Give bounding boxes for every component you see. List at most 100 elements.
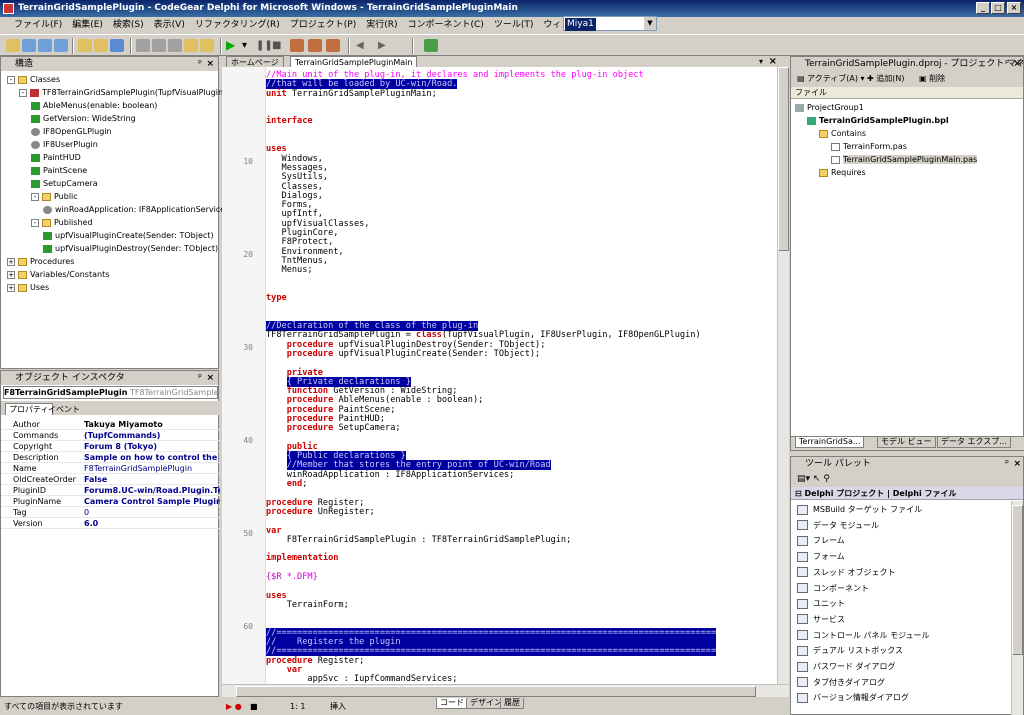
tree-node[interactable]: upfVisualPluginCreate(Sender: TObject) — [43, 229, 214, 242]
add-button[interactable]: ✚ 追加(N) — [867, 71, 904, 87]
object-selector[interactable]: F8TerrainGridSamplePlugin TF8TerrainGrid… — [3, 386, 218, 399]
palette-item[interactable]: スレッド オブジェクト — [797, 565, 896, 580]
chevron-down-icon[interactable]: ▼ — [644, 17, 656, 30]
property-row[interactable]: Copyright Forum 8 (Tokyo) — [1, 441, 220, 452]
collapse-icon[interactable]: - — [31, 192, 39, 201]
filter-icon[interactable]: ⚲ — [823, 474, 830, 484]
add-file-icon[interactable] — [184, 39, 198, 52]
tree-node[interactable]: - Classes — [7, 73, 60, 86]
tree-node[interactable]: winRoadApplication: IF8ApplicationServic… — [43, 203, 229, 216]
palette-item[interactable]: パスワード ダイアログ — [797, 659, 896, 674]
property-value[interactable]: False — [84, 474, 220, 485]
back-arrow-icon[interactable]: ◀ — [356, 39, 370, 52]
property-value[interactable]: (TupfCommands) — [84, 430, 220, 441]
folder-icon[interactable] — [94, 39, 108, 52]
collapse-icon[interactable]: - — [31, 218, 39, 227]
open-project-icon[interactable] — [78, 39, 92, 52]
collapse-icon[interactable]: - — [19, 88, 27, 97]
run-icon[interactable]: ▶ — [226, 39, 240, 52]
tab-data-explorer[interactable]: データ エクスプ... — [937, 437, 1011, 448]
activate-button[interactable]: ▤ アクティブ(A) ▾ — [797, 71, 865, 87]
close-icon[interactable]: × — [206, 57, 214, 71]
property-row[interactable]: Commands (TupfCommands) — [1, 430, 220, 441]
tree-node[interactable]: IF8UserPlugin — [31, 138, 98, 151]
close-icon[interactable]: × — [206, 371, 214, 385]
property-value[interactable]: Camera Control Sample Plugin — [84, 496, 220, 507]
tree-node[interactable]: + Variables/Constants — [7, 268, 109, 281]
stop-macro-icon[interactable]: ■ — [250, 698, 258, 715]
help-book-icon[interactable] — [424, 39, 438, 52]
tree-node[interactable]: IF8OpenGLPlugin — [31, 125, 112, 138]
project-node[interactable]: ProjectGroup1 — [795, 101, 864, 114]
menu-item[interactable]: 実行(R) — [361, 17, 402, 33]
property-value[interactable]: F8TerrainGridSamplePlugin — [84, 463, 220, 474]
minimize-button[interactable]: _ — [976, 2, 990, 14]
tab-project[interactable]: TerrainGridSa... — [795, 437, 865, 448]
expand-icon[interactable]: + — [7, 283, 15, 292]
project-node[interactable]: Contains — [819, 127, 866, 140]
property-value[interactable]: Forum8.UC-win/Road.Plugin.Terra — [84, 485, 220, 496]
tree-node[interactable]: + Procedures — [7, 255, 74, 268]
pin-icon[interactable]: ᵖ — [1005, 57, 1009, 71]
property-row[interactable]: Tag 0 — [1, 507, 220, 518]
close-tab-icon[interactable]: × — [769, 56, 777, 67]
remove-file-icon[interactable] — [200, 39, 214, 52]
menu-item[interactable]: 編集(E) — [67, 17, 108, 33]
dropdown-icon[interactable]: ▾ — [242, 39, 256, 52]
expand-icon[interactable]: + — [7, 257, 15, 266]
category-icon[interactable]: ▤▾ — [797, 474, 810, 484]
save-icon[interactable] — [38, 39, 52, 52]
menu-item[interactable]: ツール(T) — [489, 17, 539, 33]
tree-node[interactable]: + Uses — [7, 281, 49, 294]
delete-button[interactable]: ▣ 削除 — [919, 71, 945, 87]
collapse-icon[interactable]: - — [7, 75, 15, 84]
project-node[interactable]: Requires — [819, 166, 866, 179]
tab-list-icon[interactable]: ▾ — [759, 57, 763, 66]
view-form-icon[interactable] — [152, 39, 166, 52]
project-node[interactable]: TerrainForm.pas — [831, 140, 907, 153]
menu-item[interactable]: ファイル(F) — [0, 17, 67, 33]
property-value[interactable]: Sample on how to control the terr — [84, 452, 220, 463]
pin-icon[interactable]: ᵖ — [198, 57, 202, 71]
property-row[interactable]: Version 6.0 — [1, 518, 220, 529]
close-icon[interactable]: × — [1013, 457, 1021, 471]
palette-item[interactable]: デュアル リストボックス — [797, 643, 903, 658]
property-row[interactable]: Author Takuya Miyamoto — [1, 419, 220, 430]
menu-item[interactable]: リファクタリング(R) — [190, 17, 285, 33]
tree-node[interactable]: PaintScene — [31, 164, 87, 177]
tree-node[interactable]: - TF8TerrainGridSamplePlugin(TupfVisualPl… — [19, 86, 226, 99]
open-icon[interactable] — [22, 39, 36, 52]
palette-item[interactable]: ユニット — [797, 596, 845, 611]
new-icon[interactable] — [6, 39, 20, 52]
save-all-icon[interactable] — [54, 39, 68, 52]
tree-node[interactable]: upfVisualPluginDestroy(Sender: TObject) — [43, 242, 218, 255]
property-row[interactable]: Description Sample on how to control the … — [1, 452, 220, 463]
property-row[interactable]: OldCreateOrder False — [1, 474, 220, 485]
menu-item[interactable]: プロジェクト(P) — [285, 17, 361, 33]
property-row[interactable]: PluginName Camera Control Sample Plugin — [1, 496, 220, 507]
pause-icon[interactable]: ❚❚ — [256, 39, 273, 52]
property-value[interactable]: 0 — [84, 507, 220, 518]
property-value[interactable]: 6.0 — [84, 518, 220, 529]
property-value[interactable]: Forum 8 (Tokyo) — [84, 441, 220, 452]
palette-item[interactable]: コントロール パネル モジュール — [797, 628, 930, 643]
tab-history[interactable]: 履歴 — [500, 698, 524, 709]
menu-item[interactable]: コンポーネント(C) — [403, 17, 489, 33]
step-over-icon[interactable] — [308, 39, 322, 52]
palette-item[interactable]: コンポーネント — [797, 581, 869, 596]
palette-scrollbar[interactable] — [1011, 501, 1023, 715]
menu-item[interactable]: 検索(S) — [108, 17, 149, 33]
stop-icon[interactable]: ■ — [272, 39, 286, 52]
palette-item[interactable]: データ モジュール — [797, 518, 879, 533]
layout-combo[interactable]: Miya1 ▼ — [563, 16, 657, 31]
tab-events[interactable]: イベント — [45, 404, 83, 415]
pointer-icon[interactable]: ↖ — [813, 474, 821, 484]
palette-item[interactable]: MSBuild ターゲット ファイル — [797, 502, 922, 517]
toggle-icon[interactable] — [168, 39, 182, 52]
save-project-icon[interactable] — [110, 39, 124, 52]
tree-node[interactable]: AbleMenus(enable: boolean) — [31, 99, 157, 112]
pin-icon[interactable]: ᵖ — [1005, 457, 1009, 471]
editor-hscrollbar[interactable] — [222, 684, 789, 697]
tree-node[interactable]: - Published — [31, 216, 93, 229]
palette-item[interactable]: フレーム — [797, 533, 845, 548]
